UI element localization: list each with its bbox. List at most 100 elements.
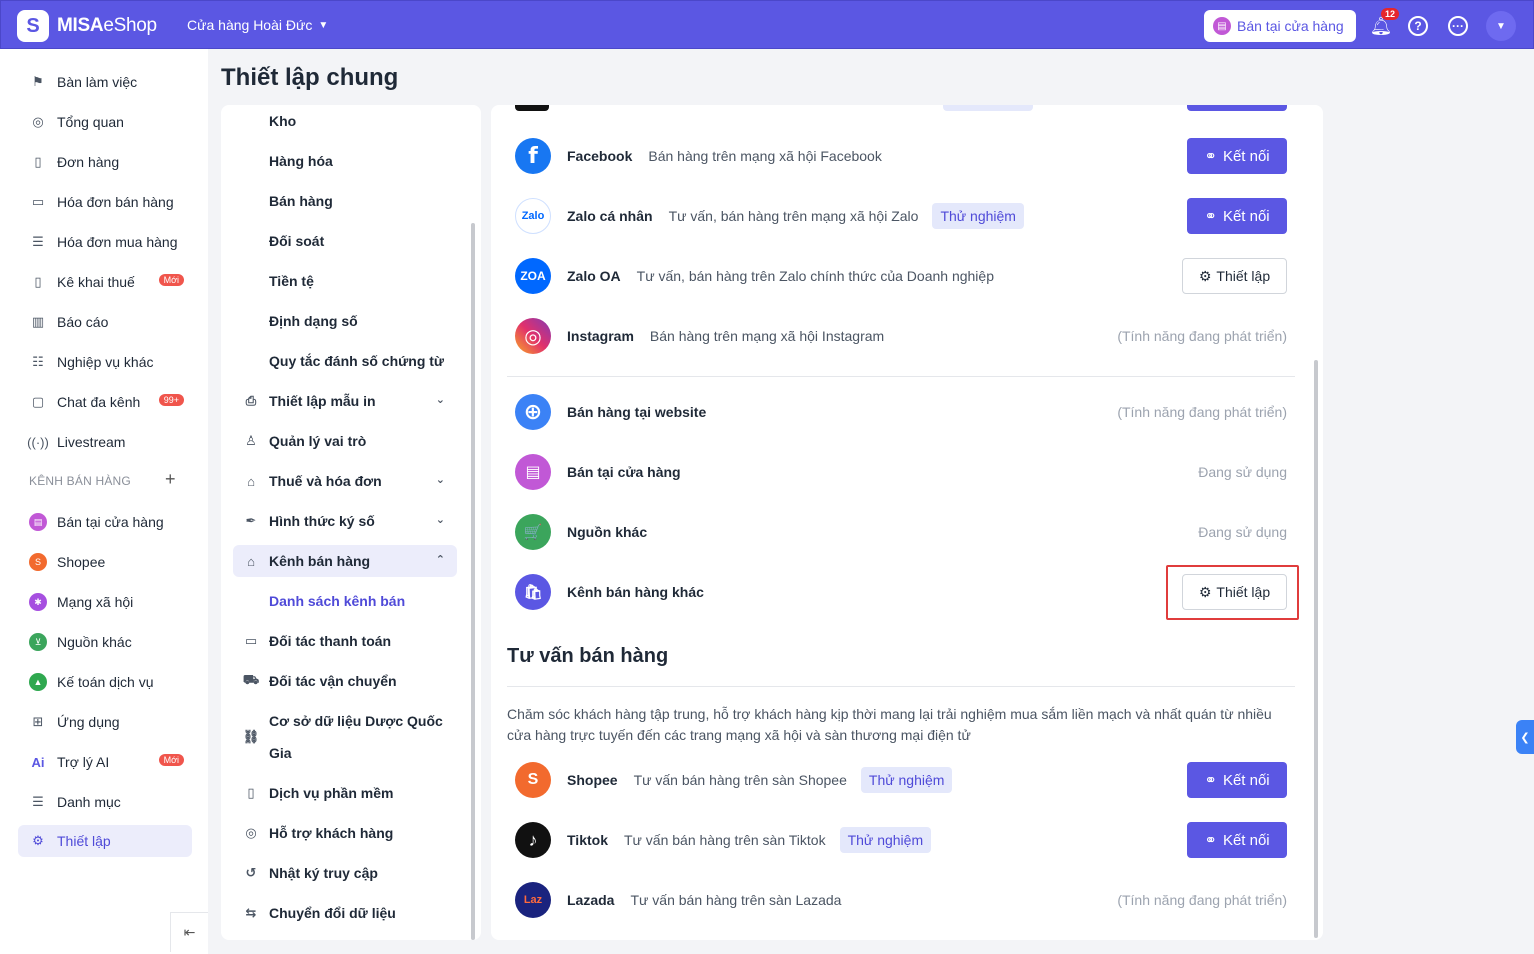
settings-item-sales-channels[interactable]: ⌂ Kênh bán hàng ⌃ (233, 545, 457, 577)
settings-item-label: Đối tác vận chuyển (269, 673, 397, 689)
chevron-left-icon: ❮ (1520, 731, 1530, 744)
settings-item-label: Hình thức ký số (269, 513, 375, 529)
settings-item-label: Quản lý vai trò (269, 433, 367, 449)
live-icon: ((·)) (27, 434, 49, 450)
sidebar-item-dashboard[interactable]: ⚑ Bàn làm việc (18, 66, 192, 98)
sidebar-item-overview[interactable]: ◎ Tổng quan (18, 106, 192, 138)
settings-item-reconcile[interactable]: Đối soát (233, 225, 457, 257)
notification-button[interactable]: 🔔︎ 12 (1370, 8, 1400, 37)
setup-zalo-oa-button[interactable]: ⚙ Thiết lập (1182, 258, 1287, 294)
receipt-icon: ☰ (32, 234, 44, 249)
sidebar-item-tax[interactable]: ▯ Kê khai thuế Mới (18, 266, 192, 298)
connect-facebook-button[interactable]: ⚭ Kết nối (1187, 138, 1287, 174)
settings-item-roles[interactable]: ♙ Quản lý vai trò (233, 425, 457, 457)
channel-row-other-source: 🛒 Nguồn khác Đang sử dụng (515, 512, 1287, 552)
chevron-down-icon: ▼ (1496, 20, 1506, 32)
help-button[interactable]: ? (1407, 15, 1429, 37)
sidebar-channel-other[interactable]: ⊻ Nguồn khác (18, 626, 192, 658)
settings-item-number-format[interactable]: Định dạng số (233, 305, 457, 337)
settings-item-print-templates[interactable]: ⎙ Thiết lập mẫu in ⌄ (233, 385, 457, 417)
sidebar-item-livestream[interactable]: ((·)) Livestream (18, 426, 192, 458)
sidebar-item-label: Báo cáo (57, 314, 109, 330)
settings-item-channel-list[interactable]: Danh sách kênh bán (233, 585, 457, 617)
sidebar-item-label: Bán tại cửa hàng (57, 514, 164, 530)
settings-item-shipping-partners[interactable]: ⛟ Đối tác vận chuyển (233, 665, 457, 697)
settings-item-label: Chuyển đổi dữ liệu (269, 905, 396, 921)
channel-row-website: ⊕ Bán hàng tại website (Tính năng đang p… (515, 392, 1287, 432)
channels-panel: f Facebook Bán hàng trên mạng xã hội Fac… (491, 105, 1323, 940)
social-icon: ✱ (29, 593, 47, 611)
sell-in-store-label: Bán tại cửa hàng (1237, 18, 1344, 34)
sidebar-item-label: Bàn làm việc (57, 74, 138, 90)
store-icon: ▤ (515, 454, 551, 490)
plug-icon: ⚭ (1204, 772, 1217, 789)
settings-item-pharma-database[interactable]: ⛓ Cơ sở dữ liệu Dược Quốc Gia (233, 705, 457, 769)
add-channel-button[interactable]: + (165, 469, 176, 490)
settings-item-sales[interactable]: Bán hàng (233, 185, 457, 217)
settings-item-data-conversion[interactable]: ⇆ Chuyển đổi dữ liệu (233, 897, 457, 929)
gear-icon: ⚙ (1198, 267, 1212, 284)
sidebar-item-reports[interactable]: ▥ Báo cáo (18, 306, 192, 338)
connect-shopee-button[interactable]: ⚭ Kết nối (1187, 762, 1287, 798)
channel-name: Nguồn khác (567, 524, 648, 540)
report-icon: ▥ (31, 314, 45, 329)
settings-menu-scrollbar[interactable] (471, 223, 475, 940)
partial-logo (515, 105, 549, 111)
settings-item-currency[interactable]: Tiền tệ (233, 265, 457, 297)
document-icon: ▯ (247, 785, 255, 800)
account-menu-button[interactable]: ▼ (1486, 11, 1516, 41)
settings-item-payment-partners[interactable]: ▭ Đối tác thanh toán (233, 625, 457, 657)
settings-item-label: Tiền tệ (269, 273, 314, 289)
channels-panel-scrollbar[interactable] (1314, 360, 1318, 938)
sidebar-item-label: Trợ lý AI (57, 754, 110, 770)
sell-in-store-button[interactable]: ▤ Bán tại cửa hàng (1204, 10, 1356, 42)
collapse-sidebar-button[interactable]: ⇤ (170, 912, 208, 952)
sidebar-channel-store[interactable]: ▤ Bán tại cửa hàng (18, 506, 192, 538)
sidebar-item-catalog[interactable]: ☰ Danh mục (18, 786, 192, 818)
settings-item-numbering-rules[interactable]: Quy tắc đánh số chứng từ (233, 345, 457, 377)
settings-item-digital-signature[interactable]: ✒ Hình thức ký số ⌄ (233, 505, 457, 537)
settings-item-warehouse[interactable]: Kho (233, 105, 457, 137)
sidebar-channel-accounting[interactable]: ▲ Kế toán dịch vụ (18, 666, 192, 698)
sidebar-item-apps[interactable]: ⊞ Ứng dụng (18, 706, 192, 738)
support-icon: ◎ (245, 825, 257, 840)
more-button[interactable]: ··· (1447, 15, 1469, 37)
settings-item-goods[interactable]: Hàng hóa (233, 145, 457, 177)
connect-zalo-button[interactable]: ⚭ Kết nối (1187, 198, 1287, 234)
sidebar-item-omnichat[interactable]: ▢ Chat đa kênh 99+ (18, 386, 192, 418)
compass-icon: ◎ (32, 114, 44, 129)
settings-item-support[interactable]: ◎ Hỗ trợ khách hàng (233, 817, 457, 849)
sidebar-item-label: Ứng dụng (57, 714, 120, 730)
sidebar-item-label: Chat đa kênh (57, 394, 141, 410)
channel-name: Instagram (567, 328, 634, 344)
expand-side-panel-button[interactable]: ❮ (1516, 720, 1534, 754)
sidebar-item-label: Livestream (57, 434, 126, 450)
plug-icon: ⚭ (1204, 208, 1217, 225)
store-icon: ▤ (29, 513, 47, 531)
sidebar-item-orders[interactable]: ▯ Đơn hàng (18, 146, 192, 178)
sidebar-item-settings[interactable]: ⚙ Thiết lập (18, 825, 192, 857)
consult-row-lazada: Laz Lazada Tư vấn bán hàng trên sàn Laza… (515, 880, 1287, 920)
sidebar-channel-social[interactable]: ✱ Mạng xã hội (18, 586, 192, 618)
settings-item-software-services[interactable]: ▯ Dịch vụ phần mềm (233, 777, 457, 809)
card-icon: ▭ (244, 633, 258, 648)
chevron-up-icon: ⌃ (435, 554, 445, 566)
partial-pill (943, 105, 1033, 111)
sidebar-item-label: Hóa đơn bán hàng (57, 194, 174, 210)
button-label: Kết nối (1222, 831, 1270, 849)
connect-tiktok-button[interactable]: ⚭ Kết nối (1187, 822, 1287, 858)
convert-icon: ⇆ (245, 905, 257, 920)
settings-item-tax-invoice[interactable]: ⌂ Thuế và hóa đơn ⌄ (233, 465, 457, 497)
store-selector[interactable]: Cửa hàng Hoài Đức ▼ (187, 17, 328, 33)
sidebar-channel-shopee[interactable]: S Shopee (18, 546, 192, 578)
app-logo[interactable]: S MISAeShop (17, 10, 157, 42)
settings-item-access-log[interactable]: ↺ Nhật ký truy cập (233, 857, 457, 889)
apps-icon: ⊞ (32, 714, 44, 729)
shopee-icon: S (515, 762, 551, 798)
new-badge: Mới (158, 754, 184, 766)
sidebar-item-sales-invoice[interactable]: ▭ Hóa đơn bán hàng (18, 186, 192, 218)
tiktok-icon: ♪ (515, 822, 551, 858)
sidebar-item-other-ops[interactable]: ☷ Nghiệp vụ khác (18, 346, 192, 378)
sidebar-item-purchase-invoice[interactable]: ☰ Hóa đơn mua hàng (18, 226, 192, 258)
sidebar-item-ai-assistant[interactable]: Ai Trợ lý AI Mới (18, 746, 192, 778)
